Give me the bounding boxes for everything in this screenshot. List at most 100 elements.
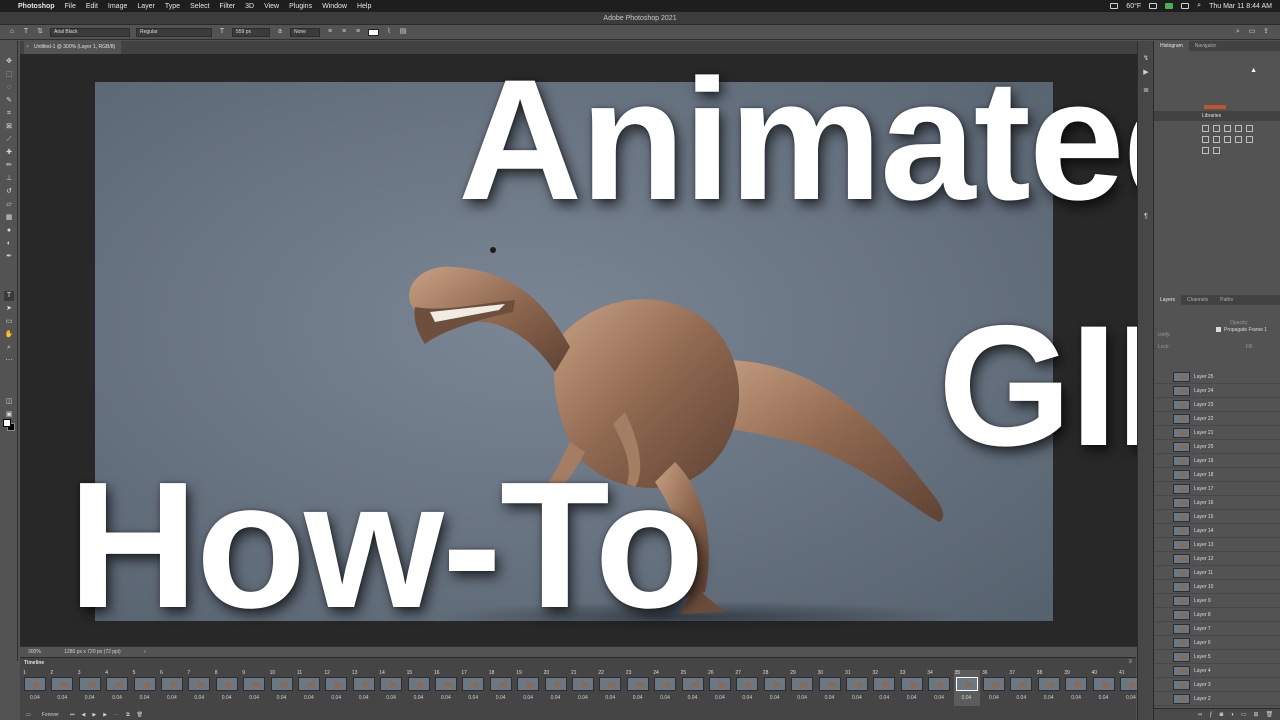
visibility-icon[interactable] [1157,485,1165,493]
visibility-icon[interactable] [1157,499,1165,507]
align-right-icon[interactable]: ≡ [354,28,362,36]
first-frame-icon[interactable]: ⏮ [70,712,75,718]
blur-tool-icon[interactable]: ● [4,226,14,236]
frame-delay-select[interactable]: 0.04 [605,695,615,701]
layer-row[interactable]: Layer 6 [1154,636,1280,650]
zoom-level[interactable]: 300% [28,649,41,655]
frame-delay-select[interactable]: 0.04 [277,695,287,701]
frame-thumbnail[interactable] [983,677,1005,691]
layer-name[interactable]: Layer 21 [1194,426,1213,440]
timeline-frame[interactable]: 39 0.04 [1063,670,1089,706]
frame-thumbnail[interactable] [1037,677,1060,691]
frame-thumbnail[interactable] [1092,677,1115,691]
layer-row[interactable]: Layer 17 [1154,482,1280,496]
frame-thumbnail[interactable] [763,677,786,691]
frame-delay-select[interactable]: 0.04 [441,695,451,701]
close-icon[interactable]: × [26,41,29,54]
frame-delay-select[interactable]: 0.04 [1126,695,1136,701]
duplicate-frame-icon[interactable]: ⧉ [126,712,130,718]
layer-row[interactable]: Layer 8 [1154,608,1280,622]
frame-thumbnail[interactable] [133,677,156,691]
add-mask-icon[interactable]: ◙ [1220,712,1224,718]
vibrance-icon[interactable] [1246,125,1253,132]
layer-name[interactable]: Layer 10 [1194,580,1213,594]
timeline-frame[interactable]: 3 0.04 [77,670,103,706]
zoom-tool-icon[interactable]: ⌕ [4,343,14,353]
pen-tool-icon[interactable]: ✒ [4,252,14,262]
visibility-icon[interactable] [1157,415,1165,423]
timeline-frame[interactable]: 9 0.04 [241,670,267,706]
checkbox-icon[interactable] [1216,327,1221,333]
color-swatches[interactable] [3,419,15,431]
adjustment-layer-icon[interactable]: ◑ [1230,712,1234,718]
layer-row[interactable]: Layer 24 [1154,384,1280,398]
timeline-frame[interactable]: 33 0.04 [899,670,925,706]
frame-delay-select[interactable]: 0.04 [331,695,341,701]
layer-row[interactable]: Layer 2 [1154,692,1280,706]
visibility-icon[interactable] [1157,471,1165,479]
layer-name[interactable]: Layer 9 [1194,594,1211,608]
layer-row[interactable]: Layer 4 [1154,664,1280,678]
frame-delay-select[interactable]: 0.04 [57,695,67,701]
layer-name[interactable]: Layer 3 [1194,678,1211,692]
layer-name[interactable]: Layer 20 [1194,440,1213,454]
timeline-frame[interactable]: 15 0.04 [406,670,432,706]
visibility-icon[interactable] [1157,597,1165,605]
frame-thumbnail[interactable] [928,677,951,691]
frame-thumbnail[interactable] [626,677,649,691]
timeline-frame[interactable]: 5 0.04 [132,670,158,706]
frame-delay-select[interactable]: 0.04 [578,695,588,701]
healing-brush-tool-icon[interactable]: ✚ [4,148,14,158]
menu-edit[interactable]: Edit [86,3,98,10]
quick-select-tool-icon[interactable]: ✎ [4,96,14,106]
timeline-frame[interactable]: 25 0.04 [680,670,706,706]
menu-type[interactable]: Type [165,3,180,10]
status-menu-arrow[interactable]: › [144,649,146,655]
layer-row[interactable]: Layer 13 [1154,538,1280,552]
frame-thumbnail[interactable] [78,677,101,691]
layer-row[interactable]: Layer 19 [1154,454,1280,468]
menu-plugins[interactable]: Plugins [289,3,312,10]
frame-delay-select[interactable]: 0.04 [112,695,122,701]
visibility-icon[interactable] [1157,681,1165,689]
black-white-icon[interactable] [1224,136,1231,143]
font-style-select[interactable]: Regular [136,27,212,37]
delete-layer-icon[interactable]: 🗑 [1266,711,1274,718]
layer-name[interactable]: Layer 15 [1194,510,1213,524]
text-color-swatch[interactable] [368,28,379,36]
timeline-frame[interactable]: 28 0.04 [762,670,788,706]
frame-thumbnail[interactable] [572,677,594,691]
tab-channels[interactable]: Channels [1181,295,1214,305]
menu-app-name[interactable]: Photoshop [18,3,55,10]
timeline-frame[interactable]: 36 0.04 [981,670,1007,706]
frame-thumbnail[interactable] [818,677,841,691]
delete-frame-icon[interactable]: 🗑 [137,712,143,718]
crop-tool-icon[interactable]: ⌗ [4,109,14,119]
curves-icon[interactable] [1224,125,1231,132]
timeline-frame[interactable]: 20 0.04 [543,670,569,706]
frame-thumbnail[interactable] [270,677,293,691]
frame-thumbnail[interactable] [407,677,430,691]
frame-delay-select[interactable]: 0.04 [85,695,95,701]
timeline-frame[interactable]: 40 0.04 [1091,670,1117,706]
frame-delay-select[interactable]: 0.04 [852,695,862,701]
layer-row[interactable]: Layer 14 [1154,524,1280,538]
frame-thumbnail[interactable] [188,677,211,691]
frame-thumbnail[interactable] [873,677,896,691]
layer-row[interactable]: Layer 15 [1154,510,1280,524]
visibility-icon[interactable] [1157,625,1165,633]
wifi-icon[interactable] [1181,3,1190,9]
frame-thumbnail[interactable] [489,677,512,691]
frame-delay-select[interactable]: 0.04 [879,695,889,701]
tab-histogram[interactable]: Histogram [1154,41,1189,51]
visibility-icon[interactable] [1157,695,1165,703]
frame-thumbnail[interactable] [106,677,129,691]
visibility-icon[interactable] [1157,611,1165,619]
frame-thumbnail[interactable] [846,677,868,691]
brush-tool-icon[interactable]: ✏ [4,161,14,171]
next-frame-icon[interactable]: ▶ [103,712,107,718]
layer-name[interactable]: Layer 18 [1194,468,1213,482]
brightness-icon[interactable] [1202,125,1209,132]
timeline-frame[interactable]: 12 0.04 [323,670,349,706]
frame-delay-select[interactable]: 0.04 [414,695,424,701]
